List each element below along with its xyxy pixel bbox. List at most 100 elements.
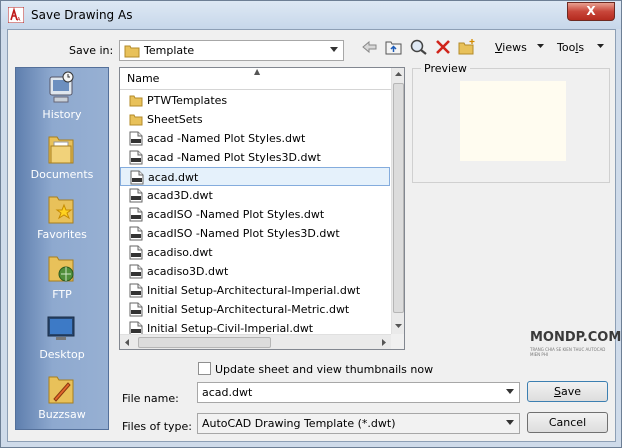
file-name-text: acad3D.dwt: [147, 189, 213, 202]
tools-menu[interactable]: Tools: [557, 41, 584, 54]
folder-list-item[interactable]: SheetSets: [120, 110, 390, 129]
files-of-type-value: AutoCAD Drawing Template (*.dwt): [202, 417, 396, 430]
preview-label: Preview: [421, 62, 470, 75]
file-name-text: PTWTemplates: [147, 94, 228, 107]
dwt-file-icon: [129, 264, 143, 279]
place-label: Desktop: [39, 348, 85, 361]
file-name-field[interactable]: acad.dwt: [197, 382, 520, 403]
search-web-icon[interactable]: [409, 38, 429, 56]
folder-list-item[interactable]: PTWTemplates: [120, 91, 390, 110]
horizontal-scroll-thumb[interactable]: [138, 337, 271, 348]
delete-icon[interactable]: [433, 38, 453, 56]
new-folder-icon[interactable]: [457, 38, 477, 56]
dialog-body: Save in: Template Views Tools History Do…: [7, 29, 621, 442]
dwt-file-icon: [129, 188, 143, 203]
preview-pane: Preview: [412, 62, 610, 183]
save-in-label: Save in:: [69, 44, 114, 57]
file-name-text: acad -Named Plot Styles.dwt: [147, 132, 306, 145]
chevron-down-icon[interactable]: [326, 41, 343, 60]
file-name-text: acad.dwt: [148, 171, 199, 184]
svg-text:A: A: [17, 17, 21, 23]
save-drawing-dialog: A Save Drawing As X Save in: Template Vi…: [0, 0, 622, 448]
autocad-app-icon: A: [8, 7, 24, 23]
file-list-item[interactable]: acad3D.dwt: [120, 186, 390, 205]
update-thumbnails-checkbox[interactable]: [198, 362, 211, 375]
sort-ascending-icon: ▲: [254, 67, 261, 76]
tools-chevron-down-icon[interactable]: [597, 44, 604, 48]
file-list-item[interactable]: Initial Setup-Architectural-Metric.dwt: [120, 300, 390, 319]
place-buzzsaw[interactable]: Buzzsaw: [16, 368, 108, 428]
places-bar: History Documents Favorites FTP Desktop …: [15, 67, 109, 430]
dwt-file-icon: [130, 170, 144, 185]
documents-folder-icon: [48, 136, 74, 164]
save-in-dropdown[interactable]: Template: [119, 40, 344, 61]
dwt-file-icon: [129, 131, 143, 146]
folder-icon: [124, 45, 140, 58]
place-desktop[interactable]: Desktop: [16, 308, 108, 368]
watermark-subtext: TRANG CHIA SE KIEN THUC AUTOCAD MIEN PHI: [530, 347, 606, 357]
scroll-left-icon[interactable]: [125, 339, 129, 346]
scroll-down-icon[interactable]: [395, 324, 402, 328]
file-name-text: acad -Named Plot Styles3D.dwt: [147, 151, 321, 164]
desktop-monitor-icon: [47, 316, 75, 340]
watermark-text: MONDP.COM: [530, 330, 622, 345]
folder-icon: [129, 114, 143, 126]
column-header-label: Name: [127, 72, 160, 85]
scroll-up-icon[interactable]: [395, 72, 402, 76]
place-documents[interactable]: Documents: [16, 128, 108, 188]
update-thumbnails-label: Update sheet and view thumbnails now: [215, 363, 434, 376]
place-label: History: [42, 108, 82, 121]
column-header-name[interactable]: Name ▲: [120, 67, 392, 90]
back-icon[interactable]: [360, 38, 380, 56]
dwt-file-icon: [129, 283, 143, 298]
file-name-text: acadiso3D.dwt: [147, 265, 229, 278]
file-name-text: SheetSets: [147, 113, 203, 126]
dwt-file-icon: [129, 207, 143, 222]
file-name-value: acad.dwt: [202, 386, 253, 399]
file-list-item[interactable]: acad -Named Plot Styles3D.dwt: [120, 148, 390, 167]
up-folder-icon[interactable]: [384, 38, 404, 56]
files-of-type-dropdown[interactable]: AutoCAD Drawing Template (*.dwt): [197, 413, 520, 434]
place-label: Favorites: [37, 228, 87, 241]
place-ftp[interactable]: FTP: [16, 248, 108, 308]
scroll-right-icon[interactable]: [382, 339, 386, 346]
file-name-text: Initial Setup-Architectural-Imperial.dwt: [147, 284, 361, 297]
file-list-item[interactable]: acadISO -Named Plot Styles3D.dwt: [120, 224, 390, 243]
views-menu[interactable]: Views: [495, 41, 527, 54]
file-list-item[interactable]: acadiso3D.dwt: [120, 262, 390, 281]
place-label: Documents: [30, 168, 94, 181]
scroll-corner: [391, 334, 404, 349]
file-list-item[interactable]: acadISO -Named Plot Styles.dwt: [120, 205, 390, 224]
file-name-text: acadiso.dwt: [147, 246, 213, 259]
file-list-item[interactable]: acad -Named Plot Styles.dwt: [120, 129, 390, 148]
folder-icon: [129, 95, 143, 107]
horizontal-scrollbar[interactable]: [120, 334, 391, 349]
file-name-label: File name:: [122, 392, 179, 405]
cancel-button[interactable]: Cancel: [527, 412, 608, 433]
save-button[interactable]: Save: [527, 381, 608, 402]
history-icon: [49, 71, 74, 103]
place-label: FTP: [52, 288, 72, 301]
files-of-type-chevron-down-icon[interactable]: [502, 414, 519, 433]
place-favorites[interactable]: Favorites: [16, 188, 108, 248]
file-list-item[interactable]: acad.dwt: [120, 167, 390, 186]
favorites-star-folder-icon: [48, 196, 74, 224]
preview-image: [460, 81, 566, 161]
file-list[interactable]: Name ▲ PTWTemplates SheetSets acad -Named …: [119, 67, 405, 350]
file-list-item[interactable]: acadiso.dwt: [120, 243, 390, 262]
place-label: Buzzsaw: [38, 408, 86, 421]
dwt-file-icon: [129, 226, 143, 241]
file-list-item[interactable]: Initial Setup-Architectural-Imperial.dwt: [120, 281, 390, 300]
save-in-value: Template: [144, 44, 195, 57]
window-title: Save Drawing As: [31, 8, 133, 22]
dwt-file-icon: [129, 150, 143, 165]
vertical-scroll-thumb[interactable]: [393, 83, 404, 313]
place-history[interactable]: History: [16, 68, 108, 128]
close-button[interactable]: X: [567, 2, 615, 21]
dwt-file-icon: [129, 302, 143, 317]
file-name-text: acadISO -Named Plot Styles3D.dwt: [147, 227, 340, 240]
vertical-scrollbar[interactable]: [391, 68, 404, 334]
views-chevron-down-icon[interactable]: [537, 44, 544, 48]
files-of-type-label: Files of type:: [122, 420, 193, 433]
file-name-chevron-down-icon[interactable]: [502, 383, 519, 402]
